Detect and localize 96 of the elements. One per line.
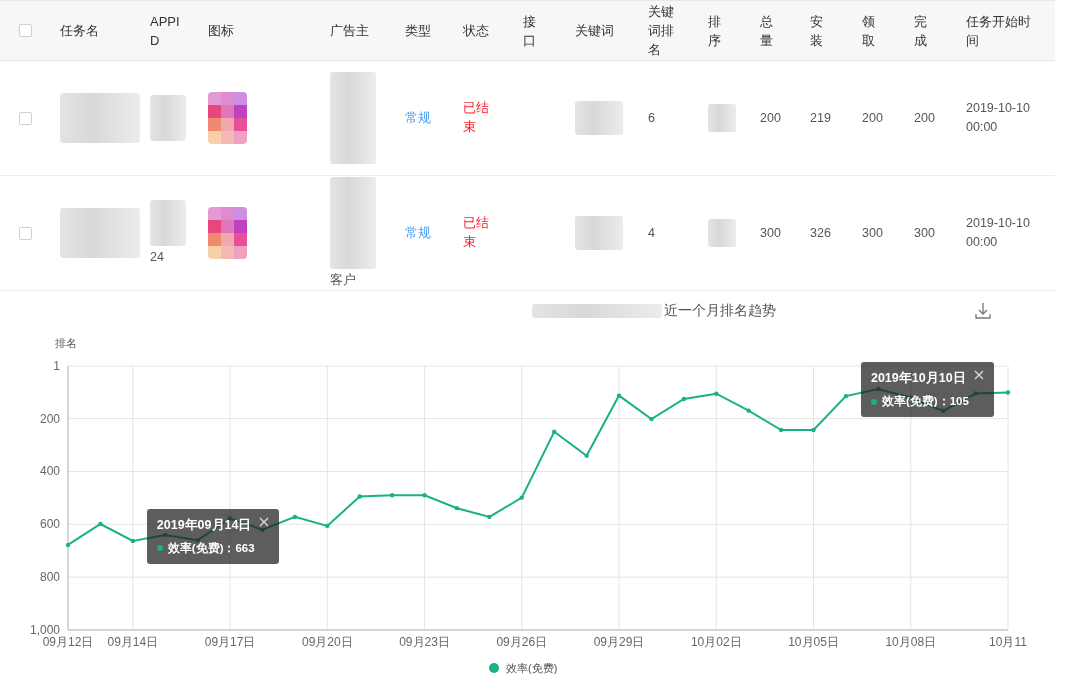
x-axis-label: 09月20日 xyxy=(301,635,353,649)
tooltip-date: 2019年09月14日 xyxy=(156,516,252,534)
data-point[interactable] xyxy=(519,495,524,500)
column-header: 排序 xyxy=(708,12,722,50)
data-point[interactable] xyxy=(65,542,71,548)
data-point[interactable] xyxy=(454,505,460,511)
y-axis-label: 1 xyxy=(53,359,60,373)
x-axis-label: 10月11 xyxy=(989,635,1027,649)
y-axis-label: 400 xyxy=(39,464,60,479)
column-header: 广告主 xyxy=(330,22,369,40)
data-point[interactable] xyxy=(325,523,330,529)
x-axis-label: 09月12日 xyxy=(42,635,94,649)
download-icon[interactable] xyxy=(974,302,992,320)
series-dot xyxy=(156,545,163,552)
y-axis-label: 1,000 xyxy=(29,623,60,637)
data-point[interactable] xyxy=(843,393,849,399)
type-label[interactable]: 常规 xyxy=(405,223,431,243)
total-value: 200 xyxy=(760,109,781,127)
column-header: 完成 xyxy=(914,12,928,50)
data-point[interactable] xyxy=(389,493,395,498)
column-header: 图标 xyxy=(208,22,234,40)
column-header: 接口 xyxy=(523,12,537,50)
column-header: APPID xyxy=(150,12,181,50)
start-time-value: 2019-10-10 00:00 xyxy=(966,100,1031,136)
tooltip-value: 效率(免费)：105 xyxy=(881,394,969,410)
x-axis-label: 09月29日 xyxy=(593,635,645,649)
table-cell-text: 24 xyxy=(150,248,164,266)
chart-title: 近一个月排名趋势 xyxy=(664,302,776,320)
status-label: 已结束 xyxy=(463,215,490,251)
install-value: 326 xyxy=(810,224,831,242)
data-point[interactable] xyxy=(130,538,136,544)
data-point[interactable] xyxy=(714,391,719,396)
column-header: 类型 xyxy=(405,22,431,40)
close-icon[interactable] xyxy=(973,370,984,381)
data-point[interactable] xyxy=(649,416,654,422)
row-checkbox[interactable] xyxy=(18,226,32,240)
y-axis-label: 200 xyxy=(39,411,60,426)
column-header: 关键词 xyxy=(575,22,614,40)
x-axis-label: 09月17日 xyxy=(204,635,256,649)
blurred-text xyxy=(575,101,623,135)
legend-item[interactable]: 效率(免费) xyxy=(489,662,558,674)
column-header: 关键词排名 xyxy=(648,3,675,59)
tooltip-value: 效率(免费)：663 xyxy=(167,540,255,556)
data-point[interactable] xyxy=(681,396,687,402)
keyword-rank-value: 4 xyxy=(648,224,655,242)
x-axis-label: 09月23日 xyxy=(399,635,450,649)
type-label[interactable]: 常规 xyxy=(405,108,431,128)
data-point[interactable] xyxy=(616,393,622,398)
data-point[interactable] xyxy=(746,408,751,413)
data-point[interactable] xyxy=(292,514,298,520)
series-dot xyxy=(870,398,877,405)
column-header: 总量 xyxy=(760,12,774,50)
x-axis-label: 10月05日 xyxy=(788,635,839,649)
complete-value: 300 xyxy=(914,224,935,242)
data-point[interactable] xyxy=(552,429,557,434)
data-point[interactable] xyxy=(98,521,103,527)
close-icon[interactable] xyxy=(259,516,270,527)
x-axis-label: 10月02日 xyxy=(690,635,742,649)
total-value: 300 xyxy=(760,224,781,242)
y-axis-label: 800 xyxy=(39,570,60,585)
column-header: 任务名 xyxy=(60,22,99,40)
column-header: 状态 xyxy=(463,22,489,40)
x-axis-label: 10月08日 xyxy=(885,635,937,649)
column-header: 任务开始时间 xyxy=(966,12,1032,50)
data-point[interactable] xyxy=(357,494,362,499)
keyword-rank-value: 6 xyxy=(648,109,655,127)
blurred-text xyxy=(150,199,186,246)
claim-value: 300 xyxy=(862,224,883,242)
row-checkbox[interactable] xyxy=(18,111,32,125)
x-axis-label: 09月14日 xyxy=(107,635,159,649)
y-axis-title: 排名 xyxy=(55,337,77,349)
complete-value: 200 xyxy=(914,109,935,127)
data-point[interactable] xyxy=(487,514,492,520)
column-header: 领取 xyxy=(862,12,876,50)
install-value: 219 xyxy=(810,109,831,127)
select-all-checkbox[interactable] xyxy=(18,24,32,37)
pixelated-app-icon xyxy=(208,92,247,144)
blurred-text xyxy=(575,216,623,250)
blurred-text xyxy=(150,95,186,141)
y-axis-label: 600 xyxy=(39,517,60,532)
tooltip-date: 2019年10月10日 xyxy=(870,370,966,388)
data-point[interactable] xyxy=(811,427,816,433)
pixelated-app-icon xyxy=(208,207,247,259)
status-label: 已结束 xyxy=(463,100,490,136)
blurred-text xyxy=(708,219,736,247)
data-point[interactable] xyxy=(1005,390,1011,395)
column-header: 安装 xyxy=(810,12,824,50)
legend-label: 效率(免费) xyxy=(506,662,558,674)
start-time-value: 2019-10-10 00:00 xyxy=(966,215,1031,251)
table-cell-text: 客户 xyxy=(330,271,356,289)
data-point[interactable] xyxy=(778,427,784,433)
x-axis-label: 09月26日 xyxy=(496,635,548,649)
data-point[interactable] xyxy=(584,453,589,459)
blurred-text xyxy=(708,104,736,132)
claim-value: 200 xyxy=(862,109,883,127)
data-point[interactable] xyxy=(422,493,427,498)
